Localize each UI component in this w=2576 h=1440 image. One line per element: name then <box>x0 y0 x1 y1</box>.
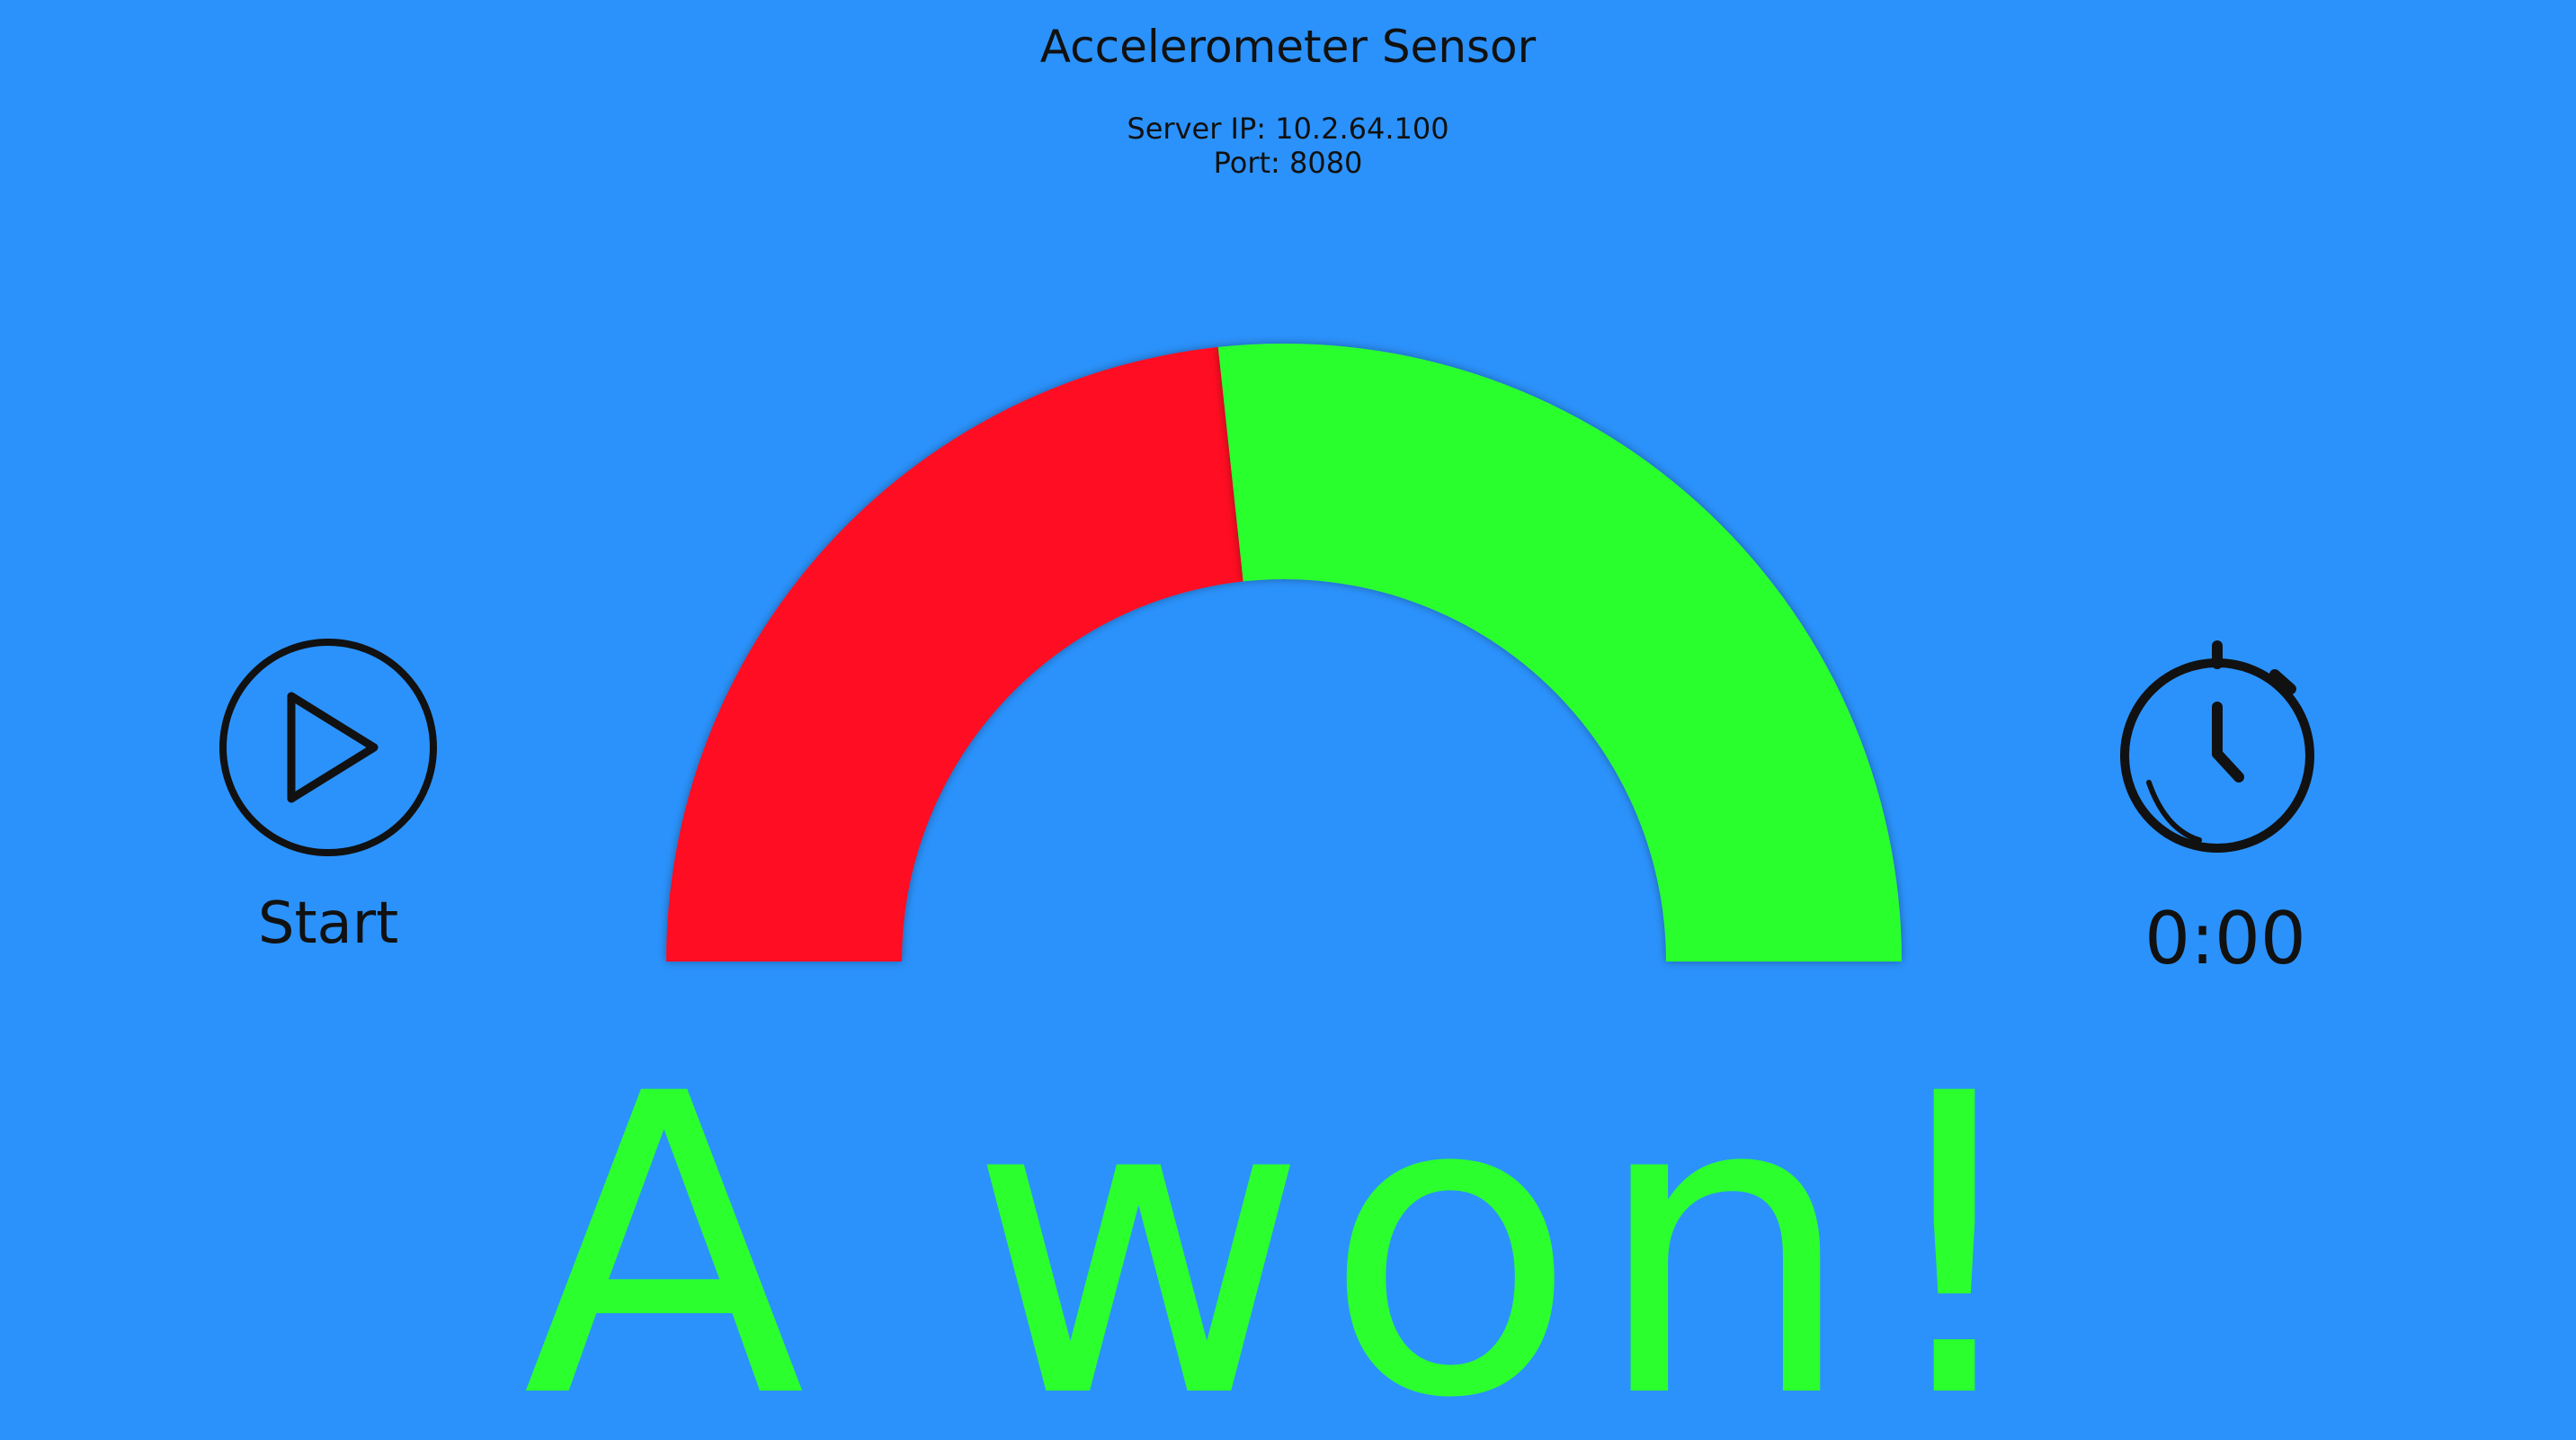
play-circle-icon[interactable] <box>216 635 441 860</box>
port-label: Port: 8080 <box>1213 146 1363 180</box>
timer-value: 0:00 <box>2144 897 2306 980</box>
server-info: Server IP: 10.2.64.100 Port: 8080 <box>0 112 2576 180</box>
start-label[interactable]: Start <box>216 890 441 958</box>
stopwatch-icon <box>2120 640 2314 853</box>
page-title: Accelerometer Sensor <box>1039 21 1537 73</box>
gauge-green-segment <box>1217 344 1902 961</box>
gauge-red-segment <box>666 346 1243 961</box>
winner-message: A won! <box>522 1007 2054 1440</box>
server-ip-label: Server IP: 10.2.64.100 <box>1127 112 1449 146</box>
accelerometer-page: Accelerometer Sensor Server IP: 10.2.64.… <box>0 0 2576 1440</box>
